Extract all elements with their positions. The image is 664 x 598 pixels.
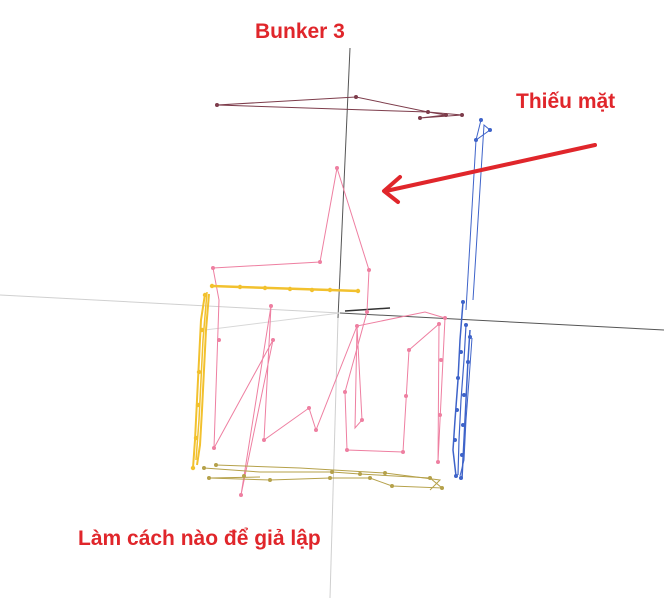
vertex [287, 286, 293, 292]
vertex [202, 292, 208, 298]
vertex [343, 390, 347, 394]
top-outline [215, 95, 464, 120]
vertex [212, 446, 216, 450]
vertex [436, 460, 440, 464]
vertex [440, 486, 444, 490]
vertex [367, 268, 371, 272]
arrow-shaft [384, 143, 597, 193]
vertex [460, 453, 464, 457]
simulation-question: Làm cách nào để giả lập [78, 527, 321, 550]
vertex [345, 448, 349, 452]
vertex [479, 118, 483, 122]
olive-outline [202, 463, 444, 491]
vertex [209, 283, 215, 289]
missing-face-note: Thiếu mặt [516, 90, 616, 113]
vertex [269, 304, 273, 308]
pink-outline-path [212, 167, 446, 496]
vertex [461, 300, 465, 304]
axis-horizontal [339, 312, 664, 331]
axis-diagonal-faint [204, 312, 341, 331]
vertex [418, 116, 422, 120]
vertex [215, 103, 219, 107]
vertex [196, 369, 202, 375]
axis-vertical-faint [329, 317, 339, 598]
vertex [474, 138, 478, 142]
vertex [314, 428, 318, 432]
vertex [456, 376, 460, 380]
vertex [202, 466, 206, 470]
vertex [262, 285, 268, 291]
axis-horizontal-faint [0, 294, 341, 314]
vertex [404, 394, 408, 398]
vertex [199, 327, 205, 333]
vertex [195, 402, 201, 408]
vertex [488, 128, 492, 132]
vertex [211, 266, 215, 270]
vertex [309, 287, 315, 293]
vertex [407, 348, 411, 352]
vertex [354, 95, 358, 99]
vertex [453, 438, 457, 442]
vertex [462, 393, 466, 397]
vertex [355, 288, 361, 294]
vertex [443, 316, 447, 320]
vertex [190, 465, 196, 471]
vertex [193, 435, 199, 441]
vertex [390, 484, 394, 488]
vertex [455, 408, 459, 412]
vertex [466, 360, 470, 364]
vertex [242, 474, 246, 478]
vertex [262, 438, 266, 442]
vertex [437, 322, 441, 326]
vertex [444, 113, 448, 117]
vertex [460, 113, 464, 117]
vertex [335, 166, 339, 170]
vertex [358, 472, 362, 476]
vertex [428, 476, 432, 480]
vertex [461, 423, 465, 427]
vertex [327, 287, 333, 293]
vertex [426, 110, 430, 114]
vertex [365, 310, 369, 314]
vertex [438, 413, 442, 417]
vertex [328, 476, 332, 480]
diagram-title: Bunker 3 [255, 20, 345, 43]
top-outline-path [216, 96, 463, 119]
vertex [368, 476, 372, 480]
vertex [271, 338, 275, 342]
vertex [268, 478, 272, 482]
vertex [464, 323, 468, 327]
blue-outline-top-b [465, 139, 477, 311]
vertex [217, 338, 221, 342]
vertex [360, 418, 364, 422]
vertex [207, 476, 211, 480]
olive-outline-path [203, 467, 444, 489]
vertex [239, 493, 243, 497]
vertex [439, 358, 443, 362]
yellow-outline-top [211, 284, 359, 293]
pink-outline [211, 166, 447, 497]
vertex [468, 335, 472, 339]
vertex [237, 284, 243, 290]
vertex [330, 470, 334, 474]
axes [0, 47, 664, 598]
axis-vertical [337, 47, 351, 319]
vertex [355, 324, 359, 328]
vertex [401, 450, 405, 454]
vertex [459, 350, 463, 354]
vertex [454, 474, 458, 478]
arrow-left-icon [382, 143, 597, 204]
vertex [318, 260, 322, 264]
vertex [307, 406, 311, 410]
vertex [459, 476, 463, 480]
vertex [383, 471, 387, 475]
vertex [214, 463, 218, 467]
